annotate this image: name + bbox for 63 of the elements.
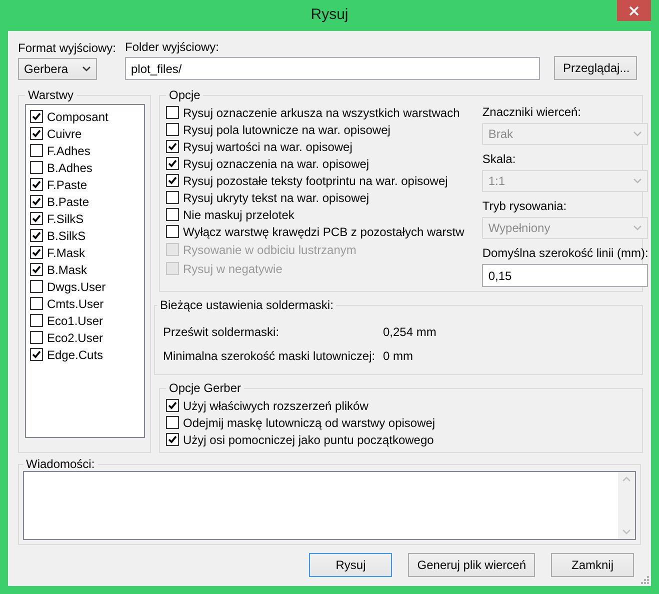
checkbox[interactable]: B.Paste [30, 193, 140, 210]
scrollbar[interactable] [618, 472, 635, 539]
setting-value: 0,254 mm [383, 324, 438, 340]
checkbox[interactable]: Eco2.User [30, 329, 140, 346]
check-icon [168, 401, 177, 410]
check-icon [168, 435, 177, 444]
checkbox[interactable]: B.Adhes [30, 159, 140, 176]
line-width-field[interactable]: 0,15 [482, 264, 648, 287]
dialog-button[interactable]: Zamknij [551, 553, 634, 577]
dialog-button[interactable]: Generuj plik wierceń [408, 553, 535, 577]
group-title: Bieżące ustawienia soldermaski: [159, 298, 334, 312]
checkbox[interactable]: Użyj osi pomocniczej jako puntu początkowego [166, 431, 636, 448]
chevron-down-icon [633, 131, 642, 137]
folder-field[interactable]: plot_files/ [125, 57, 540, 80]
field-label: Folder wyjściowy: [125, 39, 220, 55]
field-label: Tryb rysowania: [482, 198, 568, 214]
checkbox[interactable]: Użyj właściwych rozszerzeń plików [166, 397, 636, 414]
checkbox[interactable]: B.SilkS [30, 227, 140, 244]
browse-button[interactable]: Przeglądaj... [554, 56, 637, 80]
checkbox[interactable]: Dwgs.User [30, 278, 140, 295]
chevron-down-icon [82, 66, 91, 72]
field-label: Skala: [482, 151, 517, 167]
close-button[interactable] [617, 0, 651, 21]
checkbox[interactable]: Odejmij maskę lutowniczą od warstwy opisowej [166, 414, 636, 431]
checkbox[interactable]: Rysuj oznaczenia na war. opisowej [166, 155, 464, 172]
field-label: Format wyjściowy: [18, 40, 118, 56]
checkbox[interactable]: Wyłącz warstwę krawędzi PCB z pozostałych warstw [166, 223, 464, 240]
field-label: Znaczniki wierceń: [482, 104, 582, 120]
group-title: Opcje Gerber [168, 381, 242, 395]
checkbox[interactable]: Rysuj ukryty tekst na war. opisowej [166, 189, 464, 206]
checkbox[interactable]: Rysuj wartości na war. opisowej [166, 138, 464, 155]
checkbox[interactable]: Edge.Cuts [30, 346, 140, 363]
checkbox[interactable]: Rysuj pozostałe teksty footprintu na war. opisowej [166, 172, 464, 189]
checkbox[interactable]: F.Mask [30, 244, 140, 261]
checkbox[interactable]: Rysuj pola lutownicze na war. opisowej [166, 121, 464, 138]
scroll-up-icon [622, 476, 631, 482]
group-title: Opcje [168, 88, 202, 102]
window-title: Rysuj [310, 6, 348, 23]
setting-label: Minimalna szerokość maski lutowniczej: [163, 348, 376, 364]
resize-grip-icon [641, 576, 649, 584]
checkbox[interactable]: Eco1.User [30, 312, 140, 329]
setting-value: 0 mm [383, 348, 414, 364]
messages-field[interactable] [23, 471, 636, 540]
dialog-button[interactable]: Rysuj [309, 553, 392, 577]
checkbox[interactable]: Rysuj oznaczenie arkusza na wszystkich warstwach [166, 104, 464, 121]
close-icon [629, 6, 639, 16]
checkbox[interactable]: Composant [30, 108, 140, 125]
checkbox[interactable]: Nie maskuj przelotek [166, 206, 464, 223]
group-title: Warstwy [27, 88, 75, 102]
field-label: Domyślna szerokość linii (mm): [482, 245, 648, 261]
format-select[interactable]: Gerbera [18, 58, 97, 80]
chevron-down-icon [633, 178, 642, 184]
check-icon [32, 350, 41, 359]
chevron-down-icon [633, 225, 642, 231]
scroll-down-icon [622, 529, 631, 535]
checkbox[interactable]: Cmts.User [30, 295, 140, 312]
group-title: Wiadomości: [25, 457, 96, 471]
checkbox[interactable]: F.SilkS [30, 210, 140, 227]
checkbox[interactable]: Cuivre [30, 125, 140, 142]
checkbox[interactable]: F.Adhes [30, 142, 140, 159]
checkbox[interactable]: B.Mask [30, 261, 140, 278]
setting-label: Prześwit soldermaski: [163, 324, 280, 340]
checkbox[interactable]: F.Paste [30, 176, 140, 193]
